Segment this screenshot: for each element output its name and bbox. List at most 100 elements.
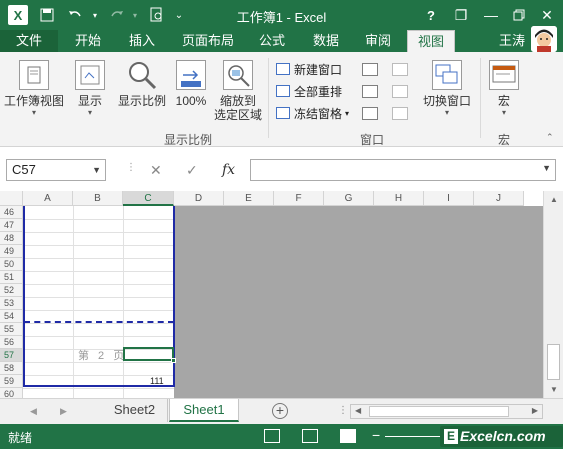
user-name[interactable]: 王涛 — [499, 30, 525, 52]
drag-handle-icon[interactable]: ⋮ — [126, 162, 136, 173]
zoom-button[interactable]: 显示比例 — [116, 60, 168, 108]
scroll-up-icon[interactable]: ▲ — [550, 195, 558, 204]
column-header[interactable]: J — [474, 191, 524, 206]
scroll-thumb[interactable] — [369, 406, 509, 417]
insert-function-icon[interactable]: fx — [222, 159, 235, 181]
tab-review[interactable]: 审阅 — [356, 30, 400, 52]
macros-icon — [489, 60, 519, 90]
tab-home[interactable]: 开始 — [66, 30, 110, 52]
column-header[interactable]: I — [424, 191, 474, 206]
name-box[interactable]: C57 ▼ — [6, 159, 106, 181]
page-layout-view-icon[interactable] — [302, 429, 318, 443]
tab-file[interactable]: 文件 — [0, 30, 58, 52]
show-button[interactable]: 显示 ▾ — [72, 60, 108, 117]
tab-insert[interactable]: 插入 — [120, 30, 164, 52]
column-header[interactable]: D — [174, 191, 224, 206]
page-break-preview-icon[interactable] — [340, 429, 356, 443]
scroll-thumb[interactable] — [547, 344, 560, 380]
grid-line — [23, 388, 174, 389]
enter-icon[interactable]: ✓ — [186, 159, 198, 181]
row-header[interactable]: 46 — [0, 206, 23, 219]
row-header[interactable]: 52 — [0, 284, 23, 297]
collapse-ribbon-icon[interactable]: ⌃ — [546, 132, 554, 143]
window-group-label: 窗口 — [360, 133, 385, 147]
status-text: 就绪 — [8, 431, 33, 445]
minimize-button[interactable]: — — [478, 4, 504, 26]
restore-button[interactable] — [506, 4, 532, 26]
row-header[interactable]: 54 — [0, 310, 23, 323]
select-all-corner[interactable] — [0, 191, 23, 206]
title-bar: X ▾ ▾ ⌄ 工作簿1 - Excel ? ❐ — ✕ — [0, 0, 563, 30]
tab-data[interactable]: 数据 — [304, 30, 348, 52]
row-header[interactable]: 53 — [0, 297, 23, 310]
arrange-all-button[interactable]: 全部重排 — [276, 82, 342, 100]
view-side-by-side-icon[interactable] — [392, 63, 408, 76]
ribbon-tabs: 文件 开始 插入 页面布局 公式 数据 审阅 视图 王涛 — [0, 30, 563, 52]
column-header[interactable]: E — [224, 191, 274, 206]
normal-view-icon[interactable] — [264, 429, 280, 443]
unhide-window-icon[interactable] — [362, 107, 378, 120]
sheet-tab-sheet1[interactable]: Sheet1 — [169, 399, 239, 422]
row-header[interactable]: 56 — [0, 336, 23, 349]
scroll-down-icon[interactable]: ▼ — [550, 385, 558, 394]
chevron-down-icon: ▾ — [87, 108, 92, 117]
site-watermark: E Excelcn.com — [440, 426, 563, 447]
freeze-panes-icon — [276, 107, 290, 119]
zoom-out-button[interactable]: − — [372, 427, 380, 443]
horizontal-scrollbar[interactable]: ◀ ▶ — [350, 404, 543, 419]
formula-input[interactable]: ▼ — [250, 159, 556, 181]
zoom-100-button[interactable]: 100% — [172, 60, 210, 108]
row-header[interactable]: 47 — [0, 219, 23, 232]
switch-windows-button[interactable]: 切换窗口 ▾ — [420, 60, 474, 117]
row-header[interactable]: 48 — [0, 232, 23, 245]
scroll-left-icon[interactable]: ◀ — [355, 406, 361, 415]
scroll-right-icon[interactable]: ▶ — [532, 406, 538, 415]
row-header[interactable]: 58 — [0, 362, 23, 375]
close-button[interactable]: ✕ — [534, 4, 560, 26]
column-header[interactable]: A — [23, 191, 73, 206]
ribbon-display-options-button[interactable]: ❐ — [448, 4, 474, 26]
row-header[interactable]: 50 — [0, 258, 23, 271]
row-header[interactable]: 55 — [0, 323, 23, 336]
drag-handle-icon[interactable]: ⋮ — [338, 405, 348, 416]
row-header[interactable]: 49 — [0, 245, 23, 258]
column-header[interactable]: G — [324, 191, 374, 206]
tab-page-layout[interactable]: 页面布局 — [176, 30, 240, 52]
next-sheet-icon[interactable]: ▶ — [60, 406, 67, 417]
active-cell[interactable] — [123, 347, 174, 361]
worksheet[interactable]: ABCDEFGHIJ 46 47 48 49 50 51 52 53 54 55 56 57 58 59 6… — [0, 191, 563, 402]
fill-handle[interactable] — [171, 358, 176, 363]
column-header[interactable]: B — [73, 191, 123, 206]
split-icon[interactable] — [362, 63, 378, 76]
new-window-button[interactable]: 新建窗口 — [276, 60, 342, 78]
sheet-tab-sheet2[interactable]: Sheet2 — [102, 399, 168, 422]
row-header[interactable]: 51 — [0, 271, 23, 284]
chevron-down-icon: ▾ — [345, 108, 350, 118]
row-header[interactable]: 57 — [0, 349, 23, 362]
workbook-views-button[interactable]: 工作簿视图 ▾ — [4, 60, 64, 117]
zoom-to-selection-button[interactable]: 缩放到 选定区域 — [212, 60, 264, 122]
hide-window-icon[interactable] — [362, 85, 378, 98]
synchronous-scrolling-icon[interactable] — [392, 85, 408, 98]
help-button[interactable]: ? — [418, 4, 444, 26]
previous-sheet-icon[interactable]: ◀ — [30, 406, 37, 417]
chevron-down-icon: ▾ — [31, 108, 36, 117]
tab-view[interactable]: 视图 — [407, 30, 455, 52]
reset-window-position-icon[interactable] — [392, 107, 408, 120]
status-bar: 就绪 − E Excelcn.com — [0, 424, 563, 449]
vertical-scrollbar[interactable]: ▲ ▼ — [543, 191, 563, 398]
macros-button[interactable]: 宏 ▾ — [486, 60, 522, 117]
page-break-line[interactable] — [24, 321, 174, 323]
tab-formulas[interactable]: 公式 — [250, 30, 294, 52]
column-header[interactable]: C — [123, 191, 174, 206]
add-sheet-button[interactable]: + — [272, 403, 288, 419]
cell-value[interactable]: 111 — [150, 376, 164, 386]
avatar[interactable] — [531, 26, 557, 52]
column-header[interactable]: F — [274, 191, 324, 206]
row-header[interactable]: 59 — [0, 375, 23, 388]
zoom-group-label: 显示比例 — [164, 133, 213, 147]
zoom-100-icon — [176, 60, 206, 90]
freeze-panes-button[interactable]: 冻结窗格 ▾ — [276, 104, 349, 122]
cancel-icon[interactable]: ✕ — [150, 159, 162, 181]
column-header[interactable]: H — [374, 191, 424, 206]
